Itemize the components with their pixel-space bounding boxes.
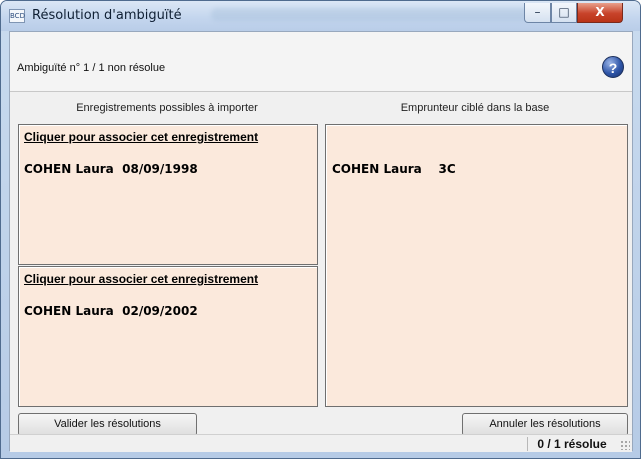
- title-background-blur: [211, 8, 531, 21]
- status-bar: 0 / 1 résolue: [10, 434, 632, 452]
- ambiguity-status-label: Ambiguïté n° 1 / 1 non résolue: [17, 62, 166, 74]
- candidate-record: COHEN Laura 02/09/2002: [24, 304, 198, 318]
- ambiguity-header: Ambiguïté n° 1 / 1 non résolue ?: [10, 32, 632, 92]
- app-icon: BCD: [9, 9, 25, 23]
- maximize-button[interactable]: □: [551, 3, 577, 23]
- title-bar[interactable]: BCD Résolution d'ambiguïté – □ X: [1, 1, 640, 31]
- target-column-title: Emprunteur ciblé dans la base: [400, 102, 550, 114]
- validate-resolutions-button[interactable]: Valider les résolutions: [18, 413, 197, 436]
- target-record: COHEN Laura 3C: [332, 162, 456, 176]
- cancel-resolutions-button[interactable]: Annuler les résolutions: [462, 413, 628, 436]
- candidates-column-title: Enregistrements possibles à importer: [76, 102, 258, 114]
- dialog-client-area: Ambiguïté n° 1 / 1 non résolue ? Enregis…: [9, 31, 633, 452]
- close-button[interactable]: X: [577, 3, 623, 23]
- minimize-button[interactable]: –: [524, 3, 551, 23]
- help-icon[interactable]: ?: [602, 56, 624, 78]
- resolution-count: 0 / 1 résolue: [537, 437, 607, 451]
- candidate-panel-1[interactable]: Cliquer pour associer cet enregistrement…: [18, 124, 318, 265]
- candidate-panel-2[interactable]: Cliquer pour associer cet enregistrement…: [18, 266, 318, 407]
- associate-record-link[interactable]: Cliquer pour associer cet enregistrement: [24, 130, 258, 144]
- dialog-window: BCD Résolution d'ambiguïté – □ X Ambiguï…: [0, 0, 641, 459]
- associate-record-link[interactable]: Cliquer pour associer cet enregistrement: [24, 272, 258, 286]
- status-separator: [527, 437, 528, 451]
- resize-grip-icon[interactable]: [620, 440, 630, 450]
- target-borrower-panel: COHEN Laura 3C: [325, 124, 628, 407]
- window-title: Résolution d'ambiguïté: [32, 8, 182, 23]
- candidate-record: COHEN Laura 08/09/1998: [24, 162, 198, 176]
